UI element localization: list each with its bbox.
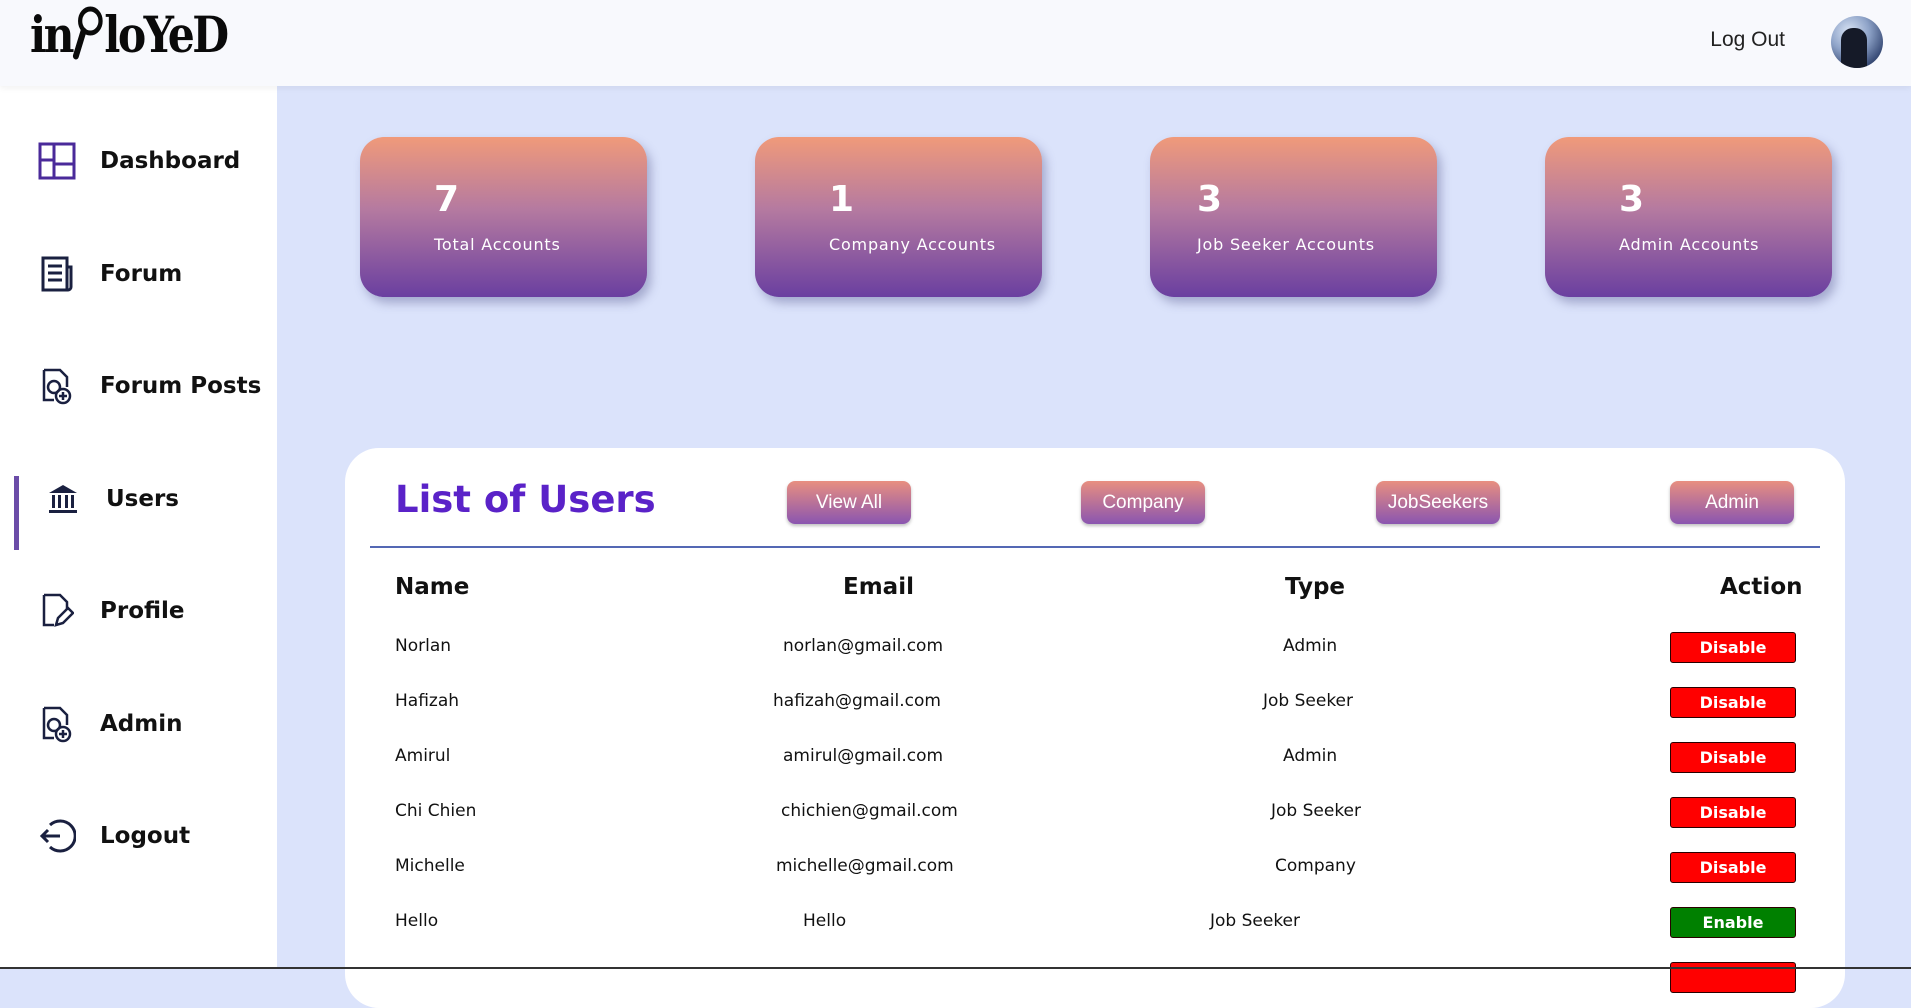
cell-type: Job Seeker <box>1263 691 1354 711</box>
stat-card-total: 7 Total Accounts <box>360 137 647 297</box>
users-panel: List of Users View All Company JobSeeker… <box>345 448 1845 1008</box>
top-bar: in loYeD Log Out <box>0 0 1911 86</box>
cell-email: norlan@gmail.com <box>783 636 944 656</box>
stat-card-jobseeker: 3 Job Seeker Accounts <box>1150 137 1437 297</box>
enable-button[interactable]: Enable <box>1670 907 1796 938</box>
logout-link[interactable]: Log Out <box>1710 28 1785 52</box>
sidebar-item-forum-posts[interactable]: Forum Posts <box>0 351 277 421</box>
stat-label: Company Accounts <box>829 235 996 254</box>
column-header-email: Email <box>843 574 914 600</box>
stat-label: Admin Accounts <box>1619 235 1760 254</box>
logo-text-loyed: loYeD <box>104 4 229 64</box>
stat-card-company: 1 Company Accounts <box>755 137 1042 297</box>
cell-type: Job Seeker <box>1210 911 1301 931</box>
sidebar-item-label: Admin <box>100 711 183 737</box>
sidebar-item-label: Profile <box>100 598 185 624</box>
sidebar-item-profile[interactable]: Profile <box>0 576 277 646</box>
magnifier-icon <box>73 6 103 60</box>
filter-company-button[interactable]: Company <box>1081 481 1205 524</box>
cell-name: Hello <box>395 911 439 931</box>
sidebar-item-label: Logout <box>100 823 191 849</box>
filter-admin-button[interactable]: Admin <box>1670 481 1794 524</box>
sidebar-item-dashboard[interactable]: Dashboard <box>0 126 277 196</box>
filter-view-all-button[interactable]: View All <box>787 481 911 524</box>
cell-name: Amirul <box>395 746 451 766</box>
cell-email: Hello <box>803 911 847 931</box>
disable-button[interactable]: Disable <box>1670 797 1796 828</box>
cell-type: Admin <box>1283 636 1338 656</box>
cell-email: hafizah@gmail.com <box>773 691 941 711</box>
sidebar-item-label: Users <box>106 486 179 512</box>
stat-label: Job Seeker Accounts <box>1197 235 1375 254</box>
column-header-name: Name <box>395 574 470 600</box>
cell-email: amirul@gmail.com <box>783 746 944 766</box>
logo-text-in: in <box>30 4 75 64</box>
sidebar-item-admin[interactable]: Admin <box>0 689 277 759</box>
cell-type: Company <box>1275 856 1356 876</box>
disable-button[interactable]: Disable <box>1670 632 1796 663</box>
logout-icon <box>36 815 78 857</box>
dashboard-grid-icon <box>36 140 78 182</box>
document-edit-icon <box>36 590 78 632</box>
cell-email: michelle@gmail.com <box>776 856 954 876</box>
stat-value: 1 <box>829 179 855 220</box>
cell-name: Michelle <box>395 856 465 876</box>
cell-name: Chi Chien <box>395 801 477 821</box>
avatar[interactable] <box>1831 16 1883 68</box>
cell-type: Admin <box>1283 746 1338 766</box>
filter-jobseekers-button[interactable]: JobSeekers <box>1376 481 1500 524</box>
sidebar-item-label: Forum <box>100 261 183 287</box>
column-header-action: Action <box>1720 574 1803 600</box>
stat-card-admin: 3 Admin Accounts <box>1545 137 1832 297</box>
column-header-type: Type <box>1285 574 1346 600</box>
disable-button[interactable]: Disable <box>1670 687 1796 718</box>
cell-name: Hafizah <box>395 691 460 711</box>
bank-building-icon <box>42 478 84 520</box>
sidebar-item-users[interactable]: Users <box>0 464 277 550</box>
newspaper-icon <box>36 253 78 295</box>
sidebar-item-label: Forum Posts <box>100 373 262 399</box>
stat-value: 3 <box>1197 179 1223 220</box>
cell-name: Norlan <box>395 636 452 656</box>
document-add-icon <box>36 703 78 745</box>
avatar-figure <box>1841 28 1867 68</box>
sidebar-item-logout[interactable]: Logout <box>0 801 277 871</box>
sidebar-item-label: Dashboard <box>100 148 241 174</box>
document-add-icon <box>36 365 78 407</box>
cell-email: chichien@gmail.com <box>781 801 958 821</box>
stat-value: 3 <box>1619 179 1645 220</box>
stat-label: Total Accounts <box>434 235 561 254</box>
sidebar-item-forum[interactable]: Forum <box>0 239 277 309</box>
stat-value: 7 <box>434 179 460 220</box>
disable-button[interactable]: Disable <box>1670 742 1796 773</box>
logo[interactable]: in loYeD <box>30 4 229 64</box>
header-divider <box>370 546 1820 548</box>
sidebar: Dashboard Forum Forum Posts Users Profil… <box>0 86 277 969</box>
panel-title: List of Users <box>395 478 656 521</box>
disable-button[interactable]: Disable <box>1670 852 1796 883</box>
cell-type: Job Seeker <box>1271 801 1362 821</box>
